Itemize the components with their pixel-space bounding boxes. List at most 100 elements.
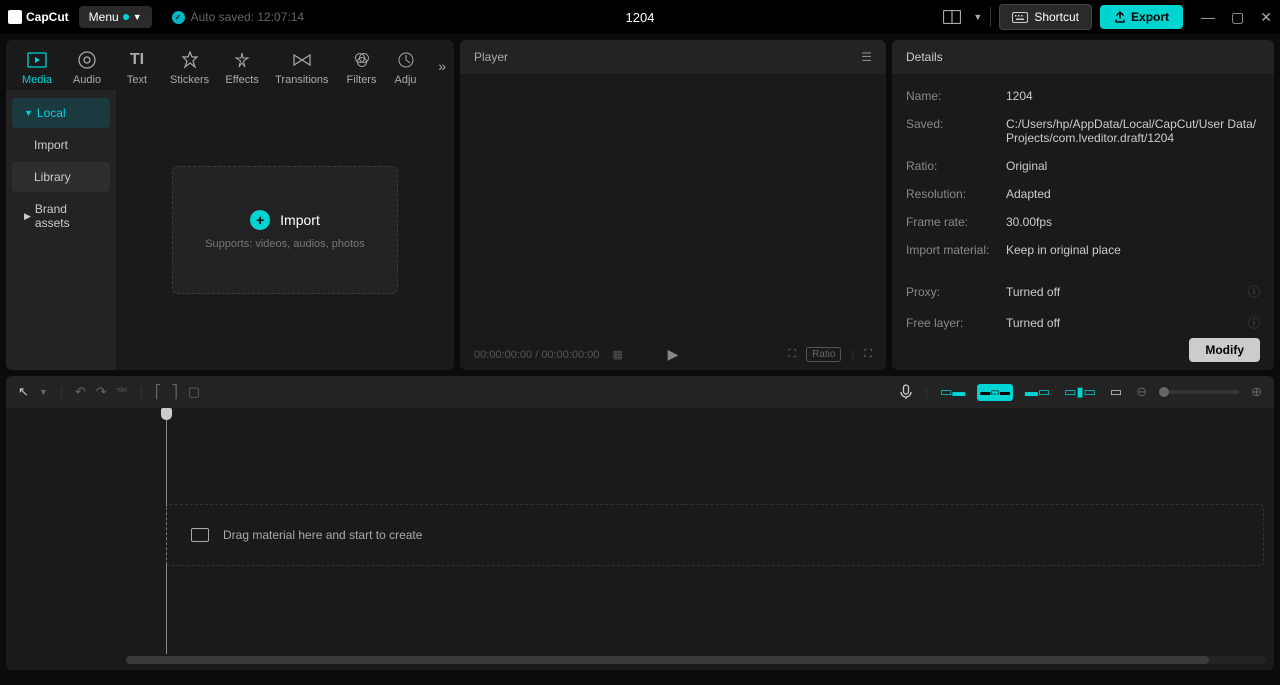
divider: | xyxy=(925,385,928,399)
modify-button[interactable]: Modify xyxy=(1189,338,1260,362)
preview-icon[interactable]: ▭ xyxy=(1108,382,1124,402)
timeline-scrollbar[interactable] xyxy=(126,656,1266,664)
tab-text[interactable]: TI Text xyxy=(112,46,162,90)
detail-row-name: Name: 1204 xyxy=(906,82,1260,110)
export-button[interactable]: Export xyxy=(1100,5,1183,29)
tab-label: Transitions xyxy=(275,74,328,86)
details-panel: Details Name: 1204 Saved: C:/Users/hp/Ap… xyxy=(892,40,1274,370)
caret-right-icon: ▶ xyxy=(24,211,31,222)
player-header: Player ☰ xyxy=(460,40,886,74)
minimize-icon[interactable]: — xyxy=(1201,9,1215,26)
ratio-button[interactable]: Ratio xyxy=(806,347,841,362)
detail-value: Adapted xyxy=(1006,187,1260,201)
layout-icon[interactable] xyxy=(939,6,965,28)
tab-stickers[interactable]: Stickers xyxy=(162,46,217,90)
info-icon[interactable]: ⓘ xyxy=(1248,283,1260,300)
tab-audio[interactable]: Audio xyxy=(62,46,112,90)
detail-label: Ratio: xyxy=(906,159,1006,173)
delete-icon[interactable]: ▢ xyxy=(186,382,202,402)
tab-label: Media xyxy=(22,74,52,86)
link-icon[interactable]: ▬▭ xyxy=(1023,382,1052,402)
adjustment-icon xyxy=(397,50,415,70)
stickers-icon xyxy=(181,50,199,70)
zoom-slider[interactable] xyxy=(1159,390,1239,394)
detail-row-proxy: Proxy: Turned off ⓘ xyxy=(906,276,1260,307)
sidebar-item-label: Local xyxy=(37,106,66,120)
zoom-out-icon[interactable]: ⊖ xyxy=(1134,382,1149,402)
sidebar-item-library[interactable]: Library xyxy=(12,162,110,192)
media-sidebar: ▼ Local Import Library ▶ Brand assets xyxy=(6,90,116,370)
align-icon[interactable]: ▭▮▭ xyxy=(1062,382,1098,402)
split-right-icon[interactable]: ⎤ xyxy=(169,382,180,402)
detail-row-resolution: Resolution: Adapted xyxy=(906,180,1260,208)
tab-transitions[interactable]: Transitions xyxy=(267,46,336,90)
player-stage[interactable] xyxy=(460,74,886,339)
timeline-toolbar-right: | ▭▬ ▬▭▬ ▬▭ ▭▮▭ ▭ ⊖ ⊕ xyxy=(897,382,1264,402)
chevron-down-icon: ▼ xyxy=(133,12,142,22)
snap-icon[interactable]: ▭▬ xyxy=(938,382,967,402)
tab-label: Adju xyxy=(395,74,417,86)
menu-label: Menu xyxy=(89,10,119,24)
import-label: Import xyxy=(280,212,320,228)
split-left-icon[interactable]: ⎡ xyxy=(153,382,164,402)
shortcut-button[interactable]: Shortcut xyxy=(999,4,1092,30)
menu-button[interactable]: Menu ▼ xyxy=(79,6,152,28)
split-icon[interactable]: ⎃ xyxy=(115,382,130,402)
tab-label: Stickers xyxy=(170,74,209,86)
effects-icon xyxy=(233,50,251,70)
scrollbar-thumb[interactable] xyxy=(126,656,1209,664)
details-header: Details xyxy=(892,40,1274,74)
maximize-icon[interactable]: ▢ xyxy=(1231,9,1244,26)
undo-icon[interactable]: ↶ xyxy=(73,382,88,402)
media-body: ▼ Local Import Library ▶ Brand assets + xyxy=(6,90,454,370)
details-title: Details xyxy=(906,50,943,64)
magnet-icon[interactable]: ▬▭▬ xyxy=(977,384,1012,401)
compare-icon[interactable]: ▦ xyxy=(613,349,623,361)
detail-label: Frame rate: xyxy=(906,215,1006,229)
tab-adjustment[interactable]: Adju xyxy=(387,46,425,90)
sidebar-item-local[interactable]: ▼ Local xyxy=(12,98,110,128)
expand-tabs-icon[interactable]: » xyxy=(438,58,446,74)
close-icon[interactable]: ✕ xyxy=(1260,9,1272,26)
chevron-down-icon[interactable]: ▼ xyxy=(37,385,50,399)
detail-row-framerate: Frame rate: 30.00fps xyxy=(906,208,1260,236)
autosave-text: Auto saved: 12:07:14 xyxy=(191,10,304,24)
hamburger-icon[interactable]: ☰ xyxy=(861,50,872,64)
sidebar-item-import[interactable]: Import xyxy=(12,130,110,160)
mic-icon[interactable] xyxy=(897,382,915,402)
divider xyxy=(990,7,991,27)
redo-icon[interactable]: ↷ xyxy=(94,382,109,402)
time-total: 00:00:00:00 xyxy=(541,349,599,361)
tab-effects[interactable]: Effects xyxy=(217,46,267,90)
export-icon xyxy=(1114,11,1126,23)
divider: | xyxy=(140,385,143,399)
detail-value: 1204 xyxy=(1006,89,1260,103)
chevron-down-icon[interactable]: ▼ xyxy=(973,12,982,22)
sidebar-item-brand-assets[interactable]: ▶ Brand assets xyxy=(12,194,110,238)
import-button[interactable]: + Import Supports: videos, audios, photo… xyxy=(172,166,398,294)
media-panel: Media Audio TI Text Stickers Effects Tra… xyxy=(6,40,454,370)
media-icon xyxy=(27,50,47,70)
import-subtitle: Supports: videos, audios, photos xyxy=(205,238,365,250)
capcut-logo-icon xyxy=(8,10,22,24)
info-icon[interactable]: ⓘ xyxy=(1248,314,1260,330)
export-label: Export xyxy=(1131,10,1169,24)
tab-media[interactable]: Media xyxy=(12,46,62,90)
top-right-controls: ▼ Shortcut Export — ▢ ✕ xyxy=(939,4,1272,30)
scan-icon[interactable]: ⛶ xyxy=(788,348,796,361)
tab-label: Text xyxy=(127,74,147,86)
detail-row-free-layer: Free layer: Turned off ⓘ xyxy=(906,307,1260,330)
timeline-drop-zone[interactable]: Drag material here and start to create xyxy=(166,504,1264,566)
detail-row-import-material: Import material: Keep in original place xyxy=(906,236,1260,264)
details-body: Name: 1204 Saved: C:/Users/hp/AppData/Lo… xyxy=(892,74,1274,330)
zoom-in-icon[interactable]: ⊕ xyxy=(1249,382,1264,402)
tab-filters[interactable]: Filters xyxy=(337,46,387,90)
timeline-body[interactable]: Drag material here and start to create xyxy=(6,408,1274,654)
transitions-icon xyxy=(292,50,312,70)
play-icon[interactable]: ▶ xyxy=(668,346,679,362)
app-logo: CapCut xyxy=(8,10,69,24)
text-icon: TI xyxy=(130,50,144,70)
timeline-tracks[interactable]: Drag material here and start to create xyxy=(166,408,1274,654)
fullscreen-icon[interactable]: ⛶ xyxy=(864,348,872,361)
pointer-icon[interactable]: ↖ xyxy=(16,382,31,402)
